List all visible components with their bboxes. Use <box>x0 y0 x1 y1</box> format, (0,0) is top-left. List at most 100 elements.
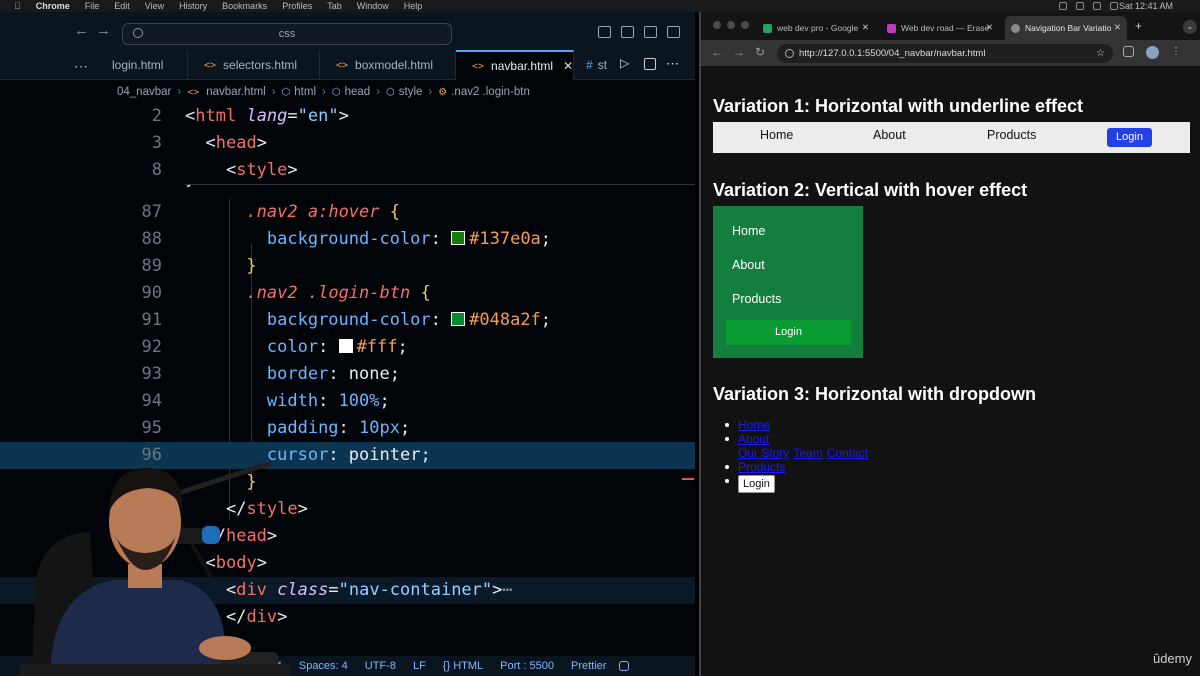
status-language[interactable]: {} HTML <box>443 660 483 672</box>
tab-boxmodel-html[interactable]: <> boxmodel.html <box>320 50 456 80</box>
nav2-link-products[interactable]: Products <box>732 292 781 306</box>
address-bar[interactable]: http://127.0.0.1:5500/04_navbar/navbar.h… <box>777 44 1113 63</box>
dropdown-link-team[interactable]: Team <box>793 446 822 460</box>
command-search[interactable]: css <box>122 23 452 45</box>
run-icon[interactable]: ▷ <box>620 56 629 70</box>
dropdown-link-contact[interactable]: Contact <box>827 446 868 460</box>
forward-arrow-icon[interactable]: → <box>96 22 111 39</box>
close-tab-icon[interactable]: ✕ <box>862 22 869 33</box>
apple-icon[interactable]:  <box>14 1 21 11</box>
toggle-secondary-sidebar-icon[interactable] <box>644 26 657 38</box>
menu-history[interactable]: History <box>179 1 207 11</box>
profile-avatar[interactable] <box>1146 46 1159 59</box>
customize-layout-icon[interactable] <box>667 26 680 38</box>
nav1-login-button[interactable]: Login <box>1107 128 1152 147</box>
forward-arrow-icon[interactable]: → <box>733 45 745 59</box>
line-number: 2 <box>151 106 162 126</box>
folded-ellipsis[interactable]: ⋯ <box>502 580 512 600</box>
close-tab-icon[interactable]: ✕ <box>1114 22 1121 33</box>
browser-tab[interactable]: Web dev road — Erase ✕ <box>881 16 999 40</box>
menu-view[interactable]: View <box>145 1 164 11</box>
menu-tab[interactable]: Tab <box>327 1 342 11</box>
back-arrow-icon[interactable]: ← <box>711 45 723 59</box>
control-center-icon[interactable] <box>1110 2 1118 10</box>
menu-help[interactable]: Help <box>404 1 423 11</box>
code-line: 90 .nav2 .login-btn { <box>0 280 695 307</box>
screen-record-icon[interactable] <box>1059 2 1067 10</box>
tab-selectors-html[interactable]: <> selectors.html <box>188 50 320 80</box>
nav2-login-button[interactable]: Login <box>726 320 851 345</box>
chevron-right-icon: › <box>428 86 433 98</box>
split-editor-icon[interactable] <box>644 58 656 70</box>
toggle-sidebar-icon[interactable] <box>598 26 611 38</box>
menu-file[interactable]: File <box>85 1 100 11</box>
menu-bookmarks[interactable]: Bookmarks <box>222 1 267 11</box>
code-token: padding <box>266 418 339 438</box>
nav3-login-button[interactable]: Login <box>738 475 775 493</box>
eraser-favicon-icon <box>887 23 896 33</box>
menu-window[interactable]: Window <box>357 1 389 11</box>
site-info-icon[interactable] <box>785 49 794 58</box>
bookmark-star-icon[interactable]: ☆ <box>1096 44 1105 63</box>
nav3-link-products[interactable]: Products <box>738 460 785 474</box>
breadcrumb-html[interactable]: html <box>294 86 316 98</box>
nav3-link-home[interactable]: Home <box>738 418 770 432</box>
breadcrumb-style[interactable]: style <box>399 86 423 98</box>
nav1-link-about[interactable]: About <box>873 128 906 142</box>
more-actions-icon[interactable]: ⋯ <box>666 56 679 72</box>
tab-search-chevron-icon[interactable]: ⌄ <box>1183 20 1197 34</box>
breadcrumb-rule[interactable]: .nav2 .login-btn <box>451 86 530 98</box>
browser-tab-active[interactable]: Navigation Bar Variatio ✕ <box>1005 16 1127 40</box>
sync-icon[interactable] <box>1076 2 1084 10</box>
chrome-menu-icon[interactable]: ⋮ <box>1171 46 1181 59</box>
chevron-right-icon: › <box>177 86 182 98</box>
wifi-icon[interactable] <box>1093 2 1101 10</box>
html-file-icon: <> <box>187 86 200 98</box>
minimize-window-button[interactable] <box>727 21 735 29</box>
status-prettier[interactable]: Prettier <box>571 660 606 672</box>
zoom-window-button[interactable] <box>741 21 749 29</box>
code-token: 100% <box>338 391 380 411</box>
code-token: "en" <box>297 106 339 126</box>
notifications-bell-icon[interactable] <box>619 661 630 671</box>
status-encoding[interactable]: UTF-8 <box>365 660 396 672</box>
close-window-button[interactable] <box>713 21 721 29</box>
code-line: 95 padding: 10px; <box>0 415 695 442</box>
reload-icon[interactable]: ↻ <box>755 45 765 59</box>
chrome-tabstrip: web dev pro - Google ✕ Web dev road — Er… <box>701 12 1200 40</box>
chrome-toolbar: ← → ↻ http://127.0.0.1:5500/04_navbar/na… <box>701 40 1200 66</box>
breadcrumb-head[interactable]: head <box>345 86 371 98</box>
menu-edit[interactable]: Edit <box>114 1 130 11</box>
status-port[interactable]: Port : 5500 <box>500 660 554 672</box>
breadcrumb-folder[interactable]: 04_navbar <box>117 86 171 98</box>
nav2-link-home[interactable]: Home <box>732 224 765 238</box>
status-eol[interactable]: LF <box>413 660 426 672</box>
close-tab-icon[interactable]: ✕ <box>986 22 993 33</box>
nav1-link-products[interactable]: Products <box>987 128 1036 142</box>
tab-login-html[interactable]: login.html <box>96 50 188 80</box>
close-tab-icon[interactable]: ✕ <box>563 59 573 73</box>
views-more-icon[interactable]: ⋯ <box>74 58 89 75</box>
dropdown-link-our-story[interactable]: Our Story <box>738 446 789 460</box>
menubar-clock[interactable]: Sat 12:41 AM <box>1119 0 1173 12</box>
breadcrumb-file[interactable]: navbar.html <box>206 86 265 98</box>
scrollbar-marker[interactable] <box>682 478 694 480</box>
nav2-link-about[interactable]: About <box>732 258 765 272</box>
new-tab-icon[interactable]: + <box>1135 19 1142 33</box>
code-token: pointer <box>348 445 421 465</box>
color-swatch[interactable] <box>451 231 466 245</box>
menu-profiles[interactable]: Profiles <box>282 1 312 11</box>
tab-styles[interactable]: # st <box>574 50 614 80</box>
tab-title: Web dev road — Erase <box>901 23 990 33</box>
color-swatch[interactable] <box>338 339 353 353</box>
color-swatch[interactable] <box>451 312 466 326</box>
toggle-panel-icon[interactable] <box>621 26 634 38</box>
tab-navbar-html[interactable]: <> navbar.html ✕ <box>456 50 574 80</box>
extensions-icon[interactable] <box>1123 46 1134 57</box>
menu-app-name[interactable]: Chrome <box>36 1 70 11</box>
status-indentation[interactable]: Spaces: 4 <box>299 660 348 672</box>
browser-tab[interactable]: web dev pro - Google ✕ <box>757 16 875 40</box>
nav3-link-about[interactable]: About <box>738 432 769 446</box>
back-arrow-icon[interactable]: ← <box>74 22 89 39</box>
nav1-link-home[interactable]: Home <box>760 128 793 142</box>
